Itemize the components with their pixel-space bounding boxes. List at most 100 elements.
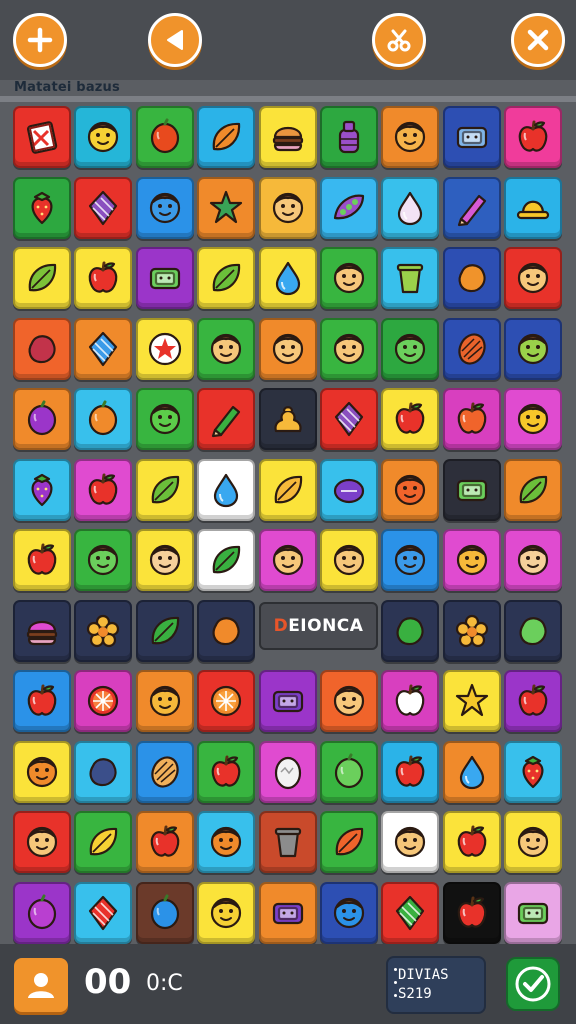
board-tile[interactable] — [197, 459, 255, 521]
board-tile[interactable] — [259, 670, 317, 732]
board-tile[interactable] — [13, 670, 71, 732]
board-tile[interactable] — [13, 600, 71, 662]
board-tile[interactable] — [136, 318, 194, 380]
board-tile[interactable] — [197, 811, 255, 873]
board-tile[interactable] — [504, 811, 562, 873]
board-tile[interactable] — [381, 529, 439, 591]
board-tile[interactable] — [443, 529, 501, 591]
tools-button[interactable] — [372, 13, 426, 67]
board-tile[interactable] — [136, 247, 194, 309]
board-tile[interactable] — [136, 882, 194, 944]
board-tile[interactable] — [320, 529, 378, 591]
board-tile[interactable] — [74, 741, 132, 803]
board-tile[interactable] — [197, 388, 255, 450]
board-tile[interactable] — [443, 670, 501, 732]
board-tile[interactable] — [504, 600, 562, 662]
board-tile[interactable] — [443, 318, 501, 380]
board-tile[interactable] — [504, 459, 562, 521]
board-tile[interactable] — [504, 741, 562, 803]
board-tile[interactable] — [259, 882, 317, 944]
board-tile[interactable] — [504, 529, 562, 591]
board-tile[interactable] — [13, 247, 71, 309]
board-tile[interactable] — [320, 741, 378, 803]
board-tile[interactable] — [504, 177, 562, 239]
board-tile[interactable] — [13, 882, 71, 944]
board-tile[interactable] — [443, 600, 501, 662]
board-tile[interactable] — [259, 459, 317, 521]
board-tile[interactable] — [504, 318, 562, 380]
board-tile[interactable] — [13, 318, 71, 380]
board-tile[interactable] — [504, 388, 562, 450]
board-tile[interactable] — [504, 882, 562, 944]
board-tile[interactable] — [443, 811, 501, 873]
board-tile[interactable] — [320, 811, 378, 873]
board-tile[interactable] — [136, 388, 194, 450]
board-tile[interactable] — [504, 247, 562, 309]
board-tile[interactable] — [320, 177, 378, 239]
board-tile[interactable] — [259, 811, 317, 873]
board-tile[interactable] — [197, 177, 255, 239]
board-tile[interactable] — [443, 106, 501, 168]
board-tile[interactable] — [13, 106, 71, 168]
board-tile[interactable] — [197, 600, 255, 662]
board-tile[interactable] — [443, 177, 501, 239]
board-tile[interactable] — [443, 459, 501, 521]
board-tile[interactable] — [136, 670, 194, 732]
board-tile[interactable] — [320, 882, 378, 944]
board-tile[interactable] — [197, 247, 255, 309]
board-tile[interactable] — [504, 670, 562, 732]
board-tile[interactable] — [320, 388, 378, 450]
board-tile[interactable] — [259, 318, 317, 380]
board-tile[interactable] — [136, 600, 194, 662]
board-tile[interactable] — [74, 670, 132, 732]
board-tile[interactable] — [259, 177, 317, 239]
confirm-button[interactable] — [506, 957, 560, 1011]
board-tile[interactable] — [381, 882, 439, 944]
board-tile[interactable] — [320, 318, 378, 380]
board-tile[interactable] — [443, 388, 501, 450]
board-tile[interactable] — [381, 247, 439, 309]
board-tile[interactable] — [320, 459, 378, 521]
board-tile[interactable] — [13, 741, 71, 803]
board-tile[interactable] — [381, 811, 439, 873]
board-tile[interactable] — [197, 741, 255, 803]
close-button[interactable] — [511, 13, 565, 67]
board-tile[interactable] — [381, 177, 439, 239]
board-tile[interactable] — [136, 106, 194, 168]
board-tile[interactable] — [381, 670, 439, 732]
board-tile[interactable] — [381, 318, 439, 380]
back-button[interactable] — [148, 13, 202, 67]
board-tile[interactable] — [504, 106, 562, 168]
board-tile[interactable] — [136, 529, 194, 591]
board-tile[interactable] — [197, 882, 255, 944]
profile-button[interactable] — [14, 958, 68, 1012]
board-tile[interactable] — [197, 106, 255, 168]
board-tile[interactable] — [197, 670, 255, 732]
board-tile[interactable] — [443, 741, 501, 803]
board-tile[interactable] — [320, 106, 378, 168]
board-tile[interactable] — [74, 600, 132, 662]
board-tile[interactable] — [74, 529, 132, 591]
board-tile[interactable] — [13, 388, 71, 450]
board-tile[interactable] — [74, 318, 132, 380]
board-tile[interactable] — [381, 106, 439, 168]
board-tile[interactable] — [136, 459, 194, 521]
board-tile[interactable] — [259, 106, 317, 168]
board-tile[interactable] — [136, 177, 194, 239]
board-tile[interactable] — [74, 882, 132, 944]
board-tile[interactable] — [259, 529, 317, 591]
board-tile[interactable] — [13, 811, 71, 873]
board-tile[interactable] — [443, 882, 501, 944]
board-tile[interactable] — [381, 459, 439, 521]
board-tile[interactable] — [74, 177, 132, 239]
board-tile[interactable] — [320, 247, 378, 309]
board-tile[interactable] — [381, 741, 439, 803]
board-tile[interactable] — [197, 529, 255, 591]
board-tile[interactable] — [74, 247, 132, 309]
board-tile[interactable] — [74, 811, 132, 873]
board-tile[interactable] — [381, 388, 439, 450]
board-tile[interactable] — [197, 318, 255, 380]
add-button[interactable] — [13, 13, 67, 67]
board-tile[interactable] — [13, 177, 71, 239]
board-tile[interactable] — [381, 600, 439, 662]
